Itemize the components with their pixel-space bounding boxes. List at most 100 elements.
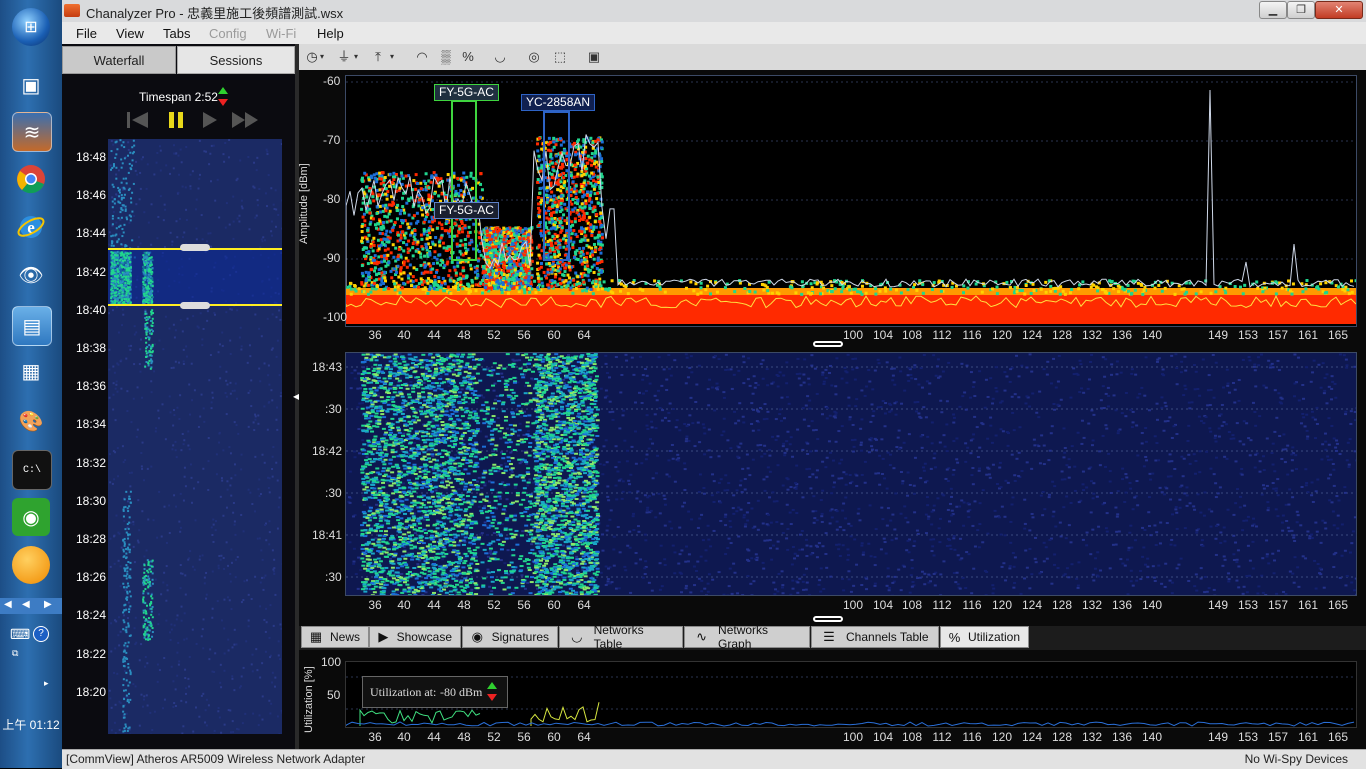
- overview-time-label: 18:24: [76, 608, 106, 622]
- menu-file[interactable]: File: [76, 26, 97, 41]
- command-prompt-icon[interactable]: C:\: [12, 450, 52, 490]
- close-button[interactable]: ✕: [1315, 1, 1363, 19]
- pane-resize-handle[interactable]: [813, 616, 843, 622]
- chrome-icon[interactable]: [12, 160, 50, 198]
- broadcast-icon[interactable]: ◎: [523, 47, 545, 67]
- spectrum-y-label: Amplitude [dBm]: [298, 163, 310, 244]
- spectrum-icon[interactable]: ▒: [435, 47, 457, 67]
- waterfall-plot[interactable]: [345, 352, 1357, 596]
- play-icon[interactable]: [200, 110, 220, 130]
- window-top-handle[interactable]: [180, 244, 210, 251]
- show-hidden-icons-icon[interactable]: ▸: [44, 678, 49, 689]
- network-label-fy-5g-ac[interactable]: FY-5G-AC: [434, 84, 499, 101]
- adapter-status: [CommView] Atheros AR5009 Wireless Netwo…: [66, 752, 365, 766]
- spectrum-x-tick: 48: [457, 328, 470, 342]
- utilization-x-tick: 48: [457, 730, 470, 744]
- device-status: No Wi-Spy Devices: [1245, 752, 1348, 766]
- utilization-x-tick: 64: [577, 730, 590, 744]
- network-tray-icon[interactable]: ⧉: [12, 648, 18, 659]
- tab-utilization[interactable]: %Utilization: [940, 626, 1029, 648]
- wifi-icon: ◡: [566, 629, 588, 645]
- spectrum-x-tick: 140: [1142, 328, 1162, 342]
- eye-monitor-icon[interactable]: 👁: [12, 256, 50, 294]
- window-icon[interactable]: ▣: [583, 47, 605, 67]
- help-icon[interactable]: ?: [33, 626, 49, 642]
- waterfall-x-tick: 124: [1022, 598, 1042, 612]
- utilization-x-tick: 116: [962, 730, 981, 744]
- tab-sessions[interactable]: Sessions: [177, 46, 295, 74]
- selection-icon[interactable]: ⬚: [549, 47, 571, 67]
- start-button[interactable]: ⊞: [12, 8, 50, 46]
- percent-icon[interactable]: %: [457, 47, 479, 67]
- threshold-adjust-arrows[interactable]: [486, 681, 498, 703]
- network-label-yc-2858an[interactable]: YC-2858AN: [521, 94, 595, 111]
- window-bottom-handle[interactable]: [180, 302, 210, 309]
- tab-networks-table[interactable]: ◡Networks Table: [559, 626, 683, 648]
- overview-time-label: 18:26: [76, 570, 106, 584]
- wifi-icon[interactable]: ◡: [489, 47, 511, 67]
- selected-time-window[interactable]: [108, 248, 282, 306]
- overview-time-label: 18:42: [76, 265, 106, 279]
- skip-back-icon[interactable]: [126, 110, 150, 130]
- gauge-icon[interactable]: ◠: [411, 47, 433, 67]
- spectrum-x-tick: 153: [1238, 328, 1258, 342]
- menu-view[interactable]: View: [116, 26, 144, 41]
- overview-time-label: 18:22: [76, 647, 106, 661]
- overview-waterfall[interactable]: [108, 139, 282, 734]
- taskbar-scroll-arrows[interactable]: ◀ ◀ ▶: [0, 598, 62, 614]
- spectrum-plot[interactable]: [345, 75, 1357, 327]
- utilization-x-tick: 165: [1328, 730, 1348, 744]
- dropdown-icon[interactable]: ▾: [317, 47, 327, 67]
- minimize-button[interactable]: ▁: [1259, 1, 1287, 19]
- utilization-x-tick: 112: [932, 730, 951, 744]
- tab-networks-graph[interactable]: ∿Networks Graph: [684, 626, 810, 648]
- menu-tabs[interactable]: Tabs: [163, 26, 190, 41]
- taskbar-clock[interactable]: 上午 01:12: [0, 716, 62, 733]
- sticky-notes-icon[interactable]: ▤: [12, 306, 52, 346]
- utilization-x-tick: 157: [1268, 730, 1288, 744]
- waterfall-x-tick: 44: [427, 598, 440, 612]
- timespan-label: Timespan 2:52: [139, 90, 218, 104]
- spectrum-x-tick: 165: [1328, 328, 1348, 342]
- waterfall-x-tick: 157: [1268, 598, 1288, 612]
- title-bar: Chanalyzer Pro - 忠義里施工後頻譜測試.wsx ▁ ❐ ✕: [62, 0, 1366, 23]
- pane-resize-handle[interactable]: [813, 341, 843, 347]
- tab-signatures[interactable]: ◉Signatures: [462, 626, 558, 648]
- overview-time-label: 18:40: [76, 303, 106, 317]
- menu-help[interactable]: Help: [317, 26, 344, 41]
- spectrum-x-tick: 100: [843, 328, 863, 342]
- utilization-tick-50: 50: [327, 688, 340, 702]
- tab-news[interactable]: ▦News: [301, 626, 369, 648]
- overview-time-label: 18:48: [76, 150, 106, 164]
- top-align-icon[interactable]: ⤒: [367, 47, 389, 67]
- chanalyzer-taskbar-icon[interactable]: ≋: [12, 112, 52, 152]
- timespan-adjust-arrows[interactable]: [217, 86, 229, 108]
- maximize-button[interactable]: ❐: [1287, 1, 1315, 19]
- network-box-yc-2858an[interactable]: [543, 111, 570, 261]
- keyboard-icon[interactable]: ⌨: [10, 626, 30, 643]
- utilization-x-tick: 36: [368, 730, 381, 744]
- menu-wifi[interactable]: Wi-Fi: [266, 26, 296, 41]
- waterfall-time-label: :30: [325, 402, 342, 416]
- dropdown-icon[interactable]: ▾: [351, 47, 361, 67]
- tab-waterfall[interactable]: Waterfall: [62, 46, 176, 74]
- network-label-fy-5g-ac-2[interactable]: FY-5G-AC: [434, 202, 499, 219]
- internet-explorer-icon[interactable]: e: [12, 208, 50, 246]
- eye-app-icon[interactable]: ◉: [12, 498, 50, 536]
- remote-desktop-icon[interactable]: ▦: [12, 352, 50, 390]
- channels-icon: ☰: [818, 629, 840, 645]
- network-box-fy-5g-ac[interactable]: [451, 100, 477, 261]
- overview-time-label: 18:44: [76, 226, 106, 240]
- hypercam-icon[interactable]: ▣: [12, 66, 50, 104]
- dropdown-icon[interactable]: ▾: [387, 47, 397, 67]
- orange-app-icon[interactable]: [12, 546, 50, 584]
- fast-forward-icon[interactable]: [230, 110, 262, 130]
- menu-config[interactable]: Config: [209, 26, 247, 41]
- tab-showcase[interactable]: ▶Showcase: [369, 626, 461, 648]
- pause-icon[interactable]: [166, 110, 188, 130]
- utilization-x-tick: 132: [1082, 730, 1102, 744]
- spectrum-y-tick: -100: [323, 310, 347, 324]
- paint-icon[interactable]: 🎨: [12, 402, 50, 440]
- utilization-x-tick: 108: [902, 730, 922, 744]
- tab-channels-table[interactable]: ☰Channels Table: [811, 626, 939, 648]
